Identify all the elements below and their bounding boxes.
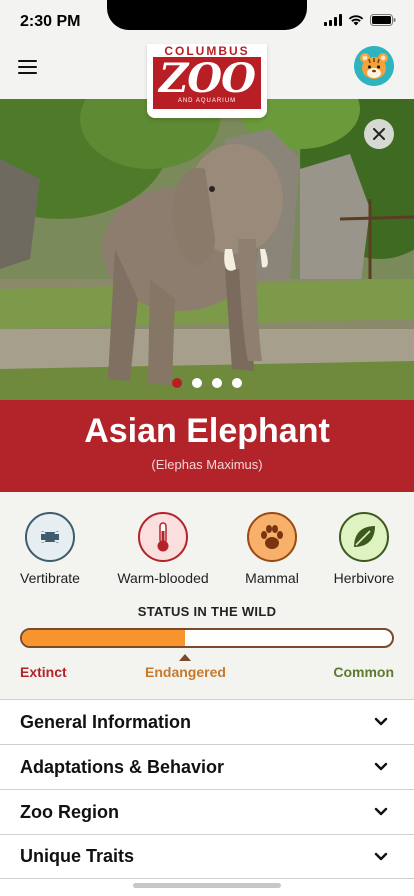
info-sections: General Information Adaptations & Behavi… <box>0 699 414 879</box>
battery-icon <box>370 14 396 26</box>
trait-vertebrate: Vertibrate <box>0 512 100 586</box>
carousel-dot-2[interactable] <box>192 378 202 388</box>
logo-sub-text: AND AQUARIUM <box>177 98 237 104</box>
status-common-label: Common <box>333 664 394 680</box>
section-label: Unique Traits <box>20 846 135 866</box>
section-label: General Information <box>20 711 192 732</box>
trait-warm-blooded: Warm-blooded <box>113 512 213 586</box>
bone-icon <box>25 512 75 562</box>
carousel-dots <box>0 378 414 388</box>
chevron-down-icon <box>374 807 388 816</box>
status-pointer-icon <box>179 654 191 661</box>
close-icon[interactable] <box>364 119 394 149</box>
carousel-dot-3[interactable] <box>212 378 222 388</box>
trait-label: Vertibrate <box>20 570 80 586</box>
logo-main-text: ZOO <box>159 55 256 102</box>
chevron-down-icon <box>374 852 388 860</box>
status-extinct-label: Extinct <box>20 664 67 680</box>
signal-icon <box>324 14 342 26</box>
status-heading: STATUS IN THE WILD <box>137 604 277 619</box>
tiger-avatar-icon[interactable] <box>354 46 394 86</box>
trait-label: Herbivore <box>333 570 395 586</box>
status-time: 2:30 PM <box>20 13 81 30</box>
section-label: Adaptations & Behavior <box>20 756 225 777</box>
section-general-information[interactable]: General Information <box>0 699 414 744</box>
conservation-status-bar <box>20 628 394 648</box>
logo-red-box: ZOO AND AQUARIUM <box>153 57 261 109</box>
status-icons <box>324 14 396 26</box>
animal-name: Asian Elephant <box>84 412 330 450</box>
carousel-dot-4[interactable] <box>232 378 242 388</box>
carousel-dot-1[interactable] <box>172 378 182 388</box>
trait-label: Mammal <box>245 570 299 586</box>
asian-elephant-photo[interactable] <box>0 99 414 400</box>
trait-label: Warm-blooded <box>117 570 209 586</box>
chevron-down-icon <box>374 762 388 771</box>
section-label: Zoo Region <box>20 801 119 822</box>
wifi-icon <box>348 15 364 26</box>
conservation-status-fill <box>22 630 185 646</box>
hamburger-menu-icon[interactable] <box>18 54 44 80</box>
status-bar: 2:30 PM <box>0 0 414 44</box>
home-indicator[interactable] <box>133 883 281 888</box>
animal-scientific-name: (Elephas Maximus) <box>151 457 263 472</box>
device-notch <box>107 0 307 30</box>
trait-herbivore: Herbivore <box>314 512 414 586</box>
section-zoo-region[interactable]: Zoo Region <box>0 789 414 834</box>
thermometer-icon <box>138 512 188 562</box>
trait-mammal: Mammal <box>222 512 322 586</box>
section-unique-traits[interactable]: Unique Traits <box>0 834 414 879</box>
paw-icon <box>247 512 297 562</box>
traits-panel: Vertibrate Warm-blooded Mammal Herbivore… <box>0 492 414 699</box>
zoo-logo[interactable]: COLUMBUS ZOO AND AQUARIUM <box>147 44 267 118</box>
chevron-down-icon <box>374 717 388 726</box>
section-adaptations-behavior[interactable]: Adaptations & Behavior <box>0 744 414 789</box>
leaf-icon <box>339 512 389 562</box>
status-current-label: Endangered <box>145 664 226 680</box>
animal-title-band: Asian Elephant (Elephas Maximus) <box>0 400 414 492</box>
